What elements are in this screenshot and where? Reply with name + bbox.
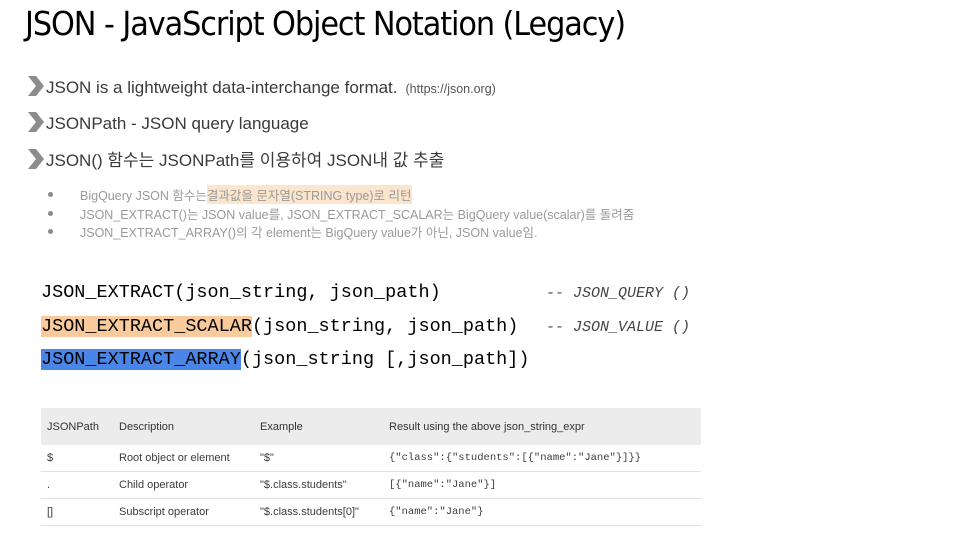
bullet-dot <box>48 211 53 216</box>
sub-bullet-text: BigQuery JSON 함수는 <box>80 189 207 203</box>
code-comment-json-value: -- JSON_VALUE () <box>546 319 691 336</box>
bullet-json-function: JSON() 함수는 JSONPath를 이용하여 JSON내 값 추출 <box>26 143 444 171</box>
table-header: Description <box>113 408 254 445</box>
table-header: Result using the above json_string_expr <box>383 408 701 445</box>
json-org-link-text: (https://json.org) <box>405 82 496 96</box>
code-text: JSON_EXTRACT(json_string, json_path) <box>41 282 441 303</box>
code-function-name-highlight: JSON_EXTRACT_ARRAY <box>41 349 241 370</box>
code-args: (json_string [,json_path]) <box>240 349 530 370</box>
code-json-extract: JSON_EXTRACT(json_string, json_path) <box>41 282 441 303</box>
table-header: JSONPath <box>41 408 113 445</box>
sub-bullet-extract-array: JSON_EXTRACT_ARRAY()의 각 element는 BigQuer… <box>48 222 537 241</box>
table-row: $ Root object or element "$" {"class":{"… <box>41 445 701 472</box>
code-comment-json-query: -- JSON_QUERY () <box>546 285 691 302</box>
table-row: . Child operator "$.class.students" [{"n… <box>41 471 701 499</box>
table-cell: . <box>41 471 113 499</box>
sub-bullet-text: JSON_EXTRACT()는 JSON value를, JSON_EXTRAC… <box>80 208 635 222</box>
code-function-name-highlight: JSON_EXTRACT_SCALAR <box>41 316 252 337</box>
table-cell: $ <box>41 445 113 472</box>
table-cell: "$" <box>254 445 383 472</box>
jsonpath-reference-table: JSONPath Description Example Result usin… <box>41 408 701 526</box>
table-cell: [{"name":"Jane"}] <box>383 471 701 499</box>
slide-title: JSON - JavaScript Object Notation (Legac… <box>25 4 626 43</box>
bullet-dot <box>48 192 53 197</box>
table-header-row: JSONPath Description Example Result usin… <box>41 408 701 445</box>
sub-bullet-extract-scalar: JSON_EXTRACT()는 JSON value를, JSON_EXTRAC… <box>48 204 634 223</box>
chevron-right-icon <box>28 149 44 169</box>
table-cell: {"name":"Jane"} <box>383 498 701 526</box>
table-row: [] Subscript operator "$.class.students[… <box>41 498 701 526</box>
table-cell: Root object or element <box>113 445 254 472</box>
table-header: Example <box>254 408 383 445</box>
table-cell: "$.class.students[0]" <box>254 498 383 526</box>
bullet-text: JSONPath - JSON query language <box>46 114 309 133</box>
sub-bullet-text: JSON_EXTRACT_ARRAY()의 각 element는 BigQuer… <box>80 226 538 240</box>
bullet-json-definition: JSON is a lightweight data-interchange f… <box>26 70 496 98</box>
code-json-extract-scalar: JSON_EXTRACT_SCALAR(json_string, json_pa… <box>41 316 518 337</box>
code-json-extract-array: JSON_EXTRACT_ARRAY(json_string [,json_pa… <box>41 349 530 370</box>
bullet-text: JSON() 함수는 JSONPath를 이용하여 JSON내 값 추출 <box>46 151 445 170</box>
sub-bullet-return-type: BigQuery JSON 함수는 결과값을 문자열(STRING type)로… <box>48 185 412 204</box>
chevron-right-icon <box>28 112 44 132</box>
bullet-text: JSON is a lightweight data-interchange f… <box>46 78 398 97</box>
code-args: (json_string, json_path) <box>251 316 519 337</box>
bullet-jsonpath: JSONPath - JSON query language <box>26 106 309 134</box>
bullet-dot <box>48 229 53 234</box>
table-cell: {"class":{"students":[{"name":"Jane"}]}} <box>383 445 701 472</box>
table-cell: Subscript operator <box>113 498 254 526</box>
table-cell: "$.class.students" <box>254 471 383 499</box>
table-cell: [] <box>41 498 113 526</box>
chevron-right-icon <box>28 76 44 96</box>
highlighted-text: 결과값을 문자열(STRING type)로 리턴 <box>206 185 412 204</box>
table-cell: Child operator <box>113 471 254 499</box>
